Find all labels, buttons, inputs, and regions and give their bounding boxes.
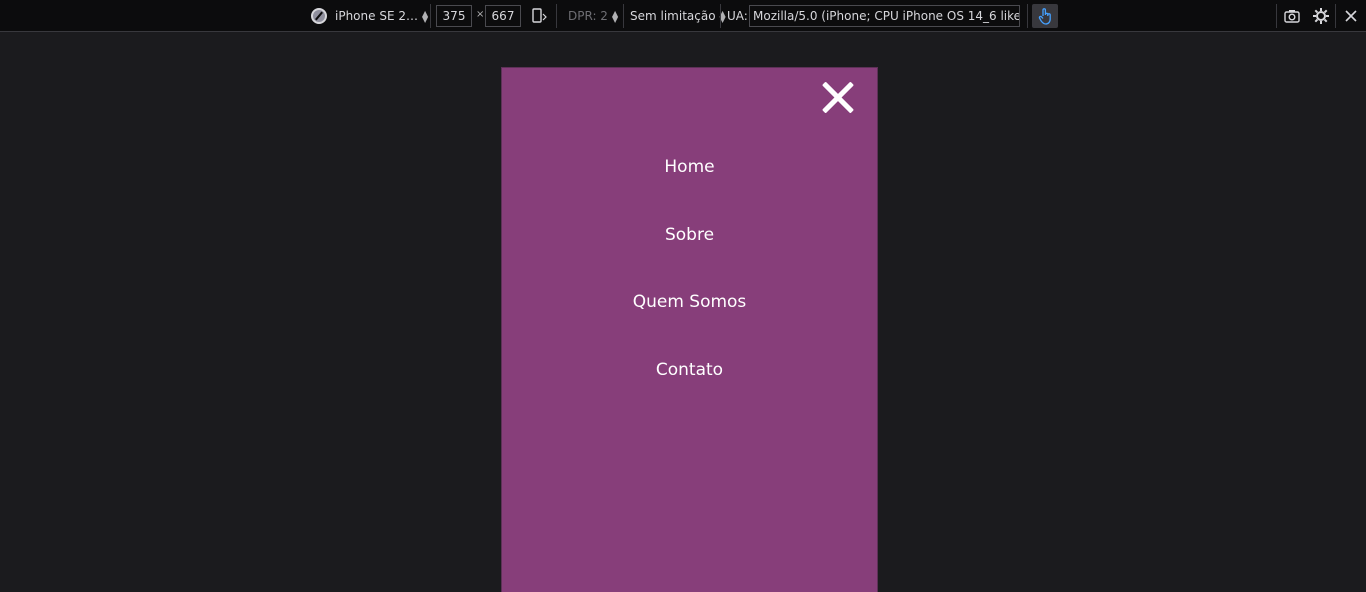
rotate-icon[interactable] (531, 8, 547, 24)
nav-item-home[interactable]: Home (502, 157, 877, 177)
camera-icon[interactable] (1284, 8, 1300, 24)
touch-icon (1038, 8, 1051, 25)
nav-item-contato[interactable]: Contato (502, 360, 877, 380)
divider (623, 4, 624, 28)
device-viewport: Home Sobre Quem Somos Contato (501, 67, 878, 592)
divider (1335, 4, 1336, 28)
divider (1027, 4, 1028, 28)
ua-label: UA: (727, 9, 748, 23)
dpr-selector[interactable]: DPR: 2 ▲ ▼ (568, 9, 618, 23)
gear-icon[interactable] (1312, 7, 1330, 25)
width-input[interactable]: 375 (436, 5, 472, 27)
menu-close-icon[interactable] (820, 80, 856, 116)
touch-simulation-button[interactable] (1032, 4, 1058, 28)
divider (1276, 4, 1277, 28)
throttling-selector[interactable]: Sem limitação ▲ ▼ (630, 9, 726, 23)
divider (720, 4, 721, 28)
user-agent-input[interactable]: Mozilla/5.0 (iPhone; CPU iPhone OS 14_6 … (749, 5, 1020, 27)
dpr-label: DPR: 2 (568, 9, 608, 23)
divider (430, 4, 431, 28)
updown-icon: ▲ ▼ (611, 8, 619, 24)
device-icon (311, 8, 327, 24)
device-label: iPhone SE 2… (335, 9, 418, 23)
dimension-separator: × (476, 9, 485, 20)
throttling-label: Sem limitação (630, 9, 716, 23)
updown-icon: ▲ ▼ (421, 8, 429, 24)
close-icon[interactable] (1343, 8, 1359, 24)
nav-item-sobre[interactable]: Sobre (502, 225, 877, 245)
device-selector[interactable]: iPhone SE 2… ▲ ▼ (335, 9, 428, 23)
divider (556, 4, 557, 28)
nav-item-quem-somos[interactable]: Quem Somos (502, 292, 877, 312)
rdm-toolbar: iPhone SE 2… ▲ ▼ 375 × 667 DPR: 2 ▲ ▼ Sem li… (0, 0, 1366, 32)
height-input[interactable]: 667 (485, 5, 521, 27)
